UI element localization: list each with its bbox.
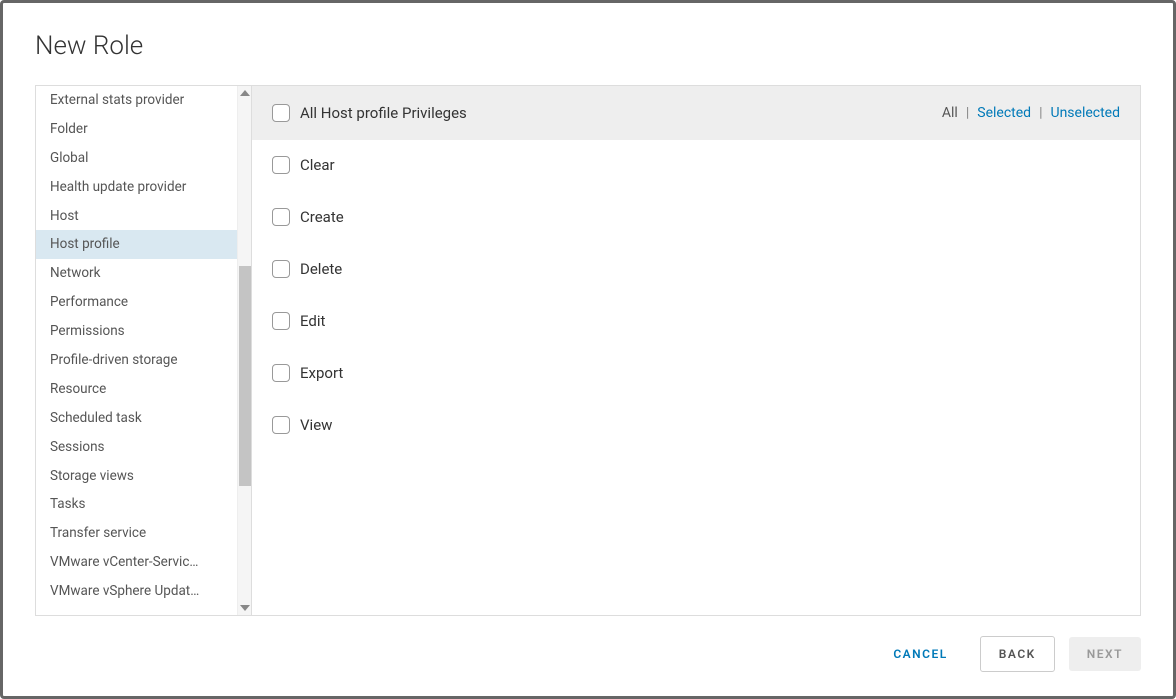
privilege-label: View <box>300 416 332 434</box>
privilege-label: Clear <box>300 156 335 174</box>
dialog-footer: CANCEL BACK NEXT <box>35 616 1141 672</box>
privilege-checkbox[interactable] <box>272 364 290 382</box>
privilege-checkbox[interactable] <box>272 312 290 330</box>
privileges-panel-header: All Host profile Privileges All | Select… <box>252 86 1140 140</box>
privilege-label: Create <box>300 208 344 226</box>
sidebar-item[interactable]: VMware vSphere Updat… <box>36 577 237 606</box>
privilege-item: Export <box>272 364 1120 382</box>
privilege-checkbox[interactable] <box>272 416 290 434</box>
privileges-list: Clear Create Delete Edit Export View <box>252 140 1140 450</box>
panel-header-filters: All | Selected | Unselected <box>942 105 1120 121</box>
filter-divider: | <box>966 105 969 121</box>
privileges-panel: All Host profile Privileges All | Select… <box>252 86 1140 615</box>
scroll-thumb[interactable] <box>239 266 251 486</box>
filter-divider: | <box>1039 105 1042 121</box>
privilege-item: View <box>272 416 1120 434</box>
privilege-label: Edit <box>300 312 325 330</box>
privilege-item: Create <box>272 208 1120 226</box>
sidebar-item[interactable]: External stats provider <box>36 86 237 115</box>
sidebar-scrollbar[interactable] <box>237 86 251 615</box>
sidebar-item[interactable]: Host <box>36 202 237 231</box>
select-all-checkbox[interactable] <box>272 104 290 122</box>
panel-header-left: All Host profile Privileges <box>272 104 467 122</box>
sidebar-item[interactable]: Global <box>36 144 237 173</box>
sidebar-item[interactable]: Storage views <box>36 462 237 491</box>
sidebar-item[interactable]: Folder <box>36 115 237 144</box>
back-button[interactable]: BACK <box>980 636 1055 672</box>
sidebar-item[interactable]: Network <box>36 259 237 288</box>
privilege-item: Delete <box>272 260 1120 278</box>
cancel-button[interactable]: CANCEL <box>875 637 965 671</box>
sidebar-item[interactable]: Tasks <box>36 490 237 519</box>
privilege-item: Clear <box>272 156 1120 174</box>
sidebar-item[interactable]: Sessions <box>36 433 237 462</box>
panel-header-title: All Host profile Privileges <box>300 104 467 122</box>
scroll-down-icon[interactable] <box>240 605 250 611</box>
categories-list: External stats providerFolderGlobalHealt… <box>36 86 237 615</box>
privilege-checkbox[interactable] <box>272 260 290 278</box>
sidebar-item[interactable]: Performance <box>36 288 237 317</box>
categories-sidebar: External stats providerFolderGlobalHealt… <box>36 86 252 615</box>
privilege-label: Export <box>300 364 343 382</box>
filter-unselected-link[interactable]: Unselected <box>1050 105 1120 121</box>
sidebar-item[interactable]: Health update provider <box>36 173 237 202</box>
content-area: External stats providerFolderGlobalHealt… <box>35 85 1141 616</box>
sidebar-item[interactable]: Permissions <box>36 317 237 346</box>
sidebar-item[interactable]: VMware vCenter-Servic… <box>36 548 237 577</box>
sidebar-item[interactable]: Transfer service <box>36 519 237 548</box>
privilege-checkbox[interactable] <box>272 208 290 226</box>
privilege-label: Delete <box>300 260 342 278</box>
dialog-title: New Role <box>35 31 1141 61</box>
privilege-checkbox[interactable] <box>272 156 290 174</box>
scroll-up-icon[interactable] <box>240 90 250 96</box>
sidebar-item[interactable]: Resource <box>36 375 237 404</box>
sidebar-item[interactable]: Host profile <box>36 230 237 259</box>
filter-all: All <box>942 105 958 121</box>
sidebar-item[interactable]: Profile-driven storage <box>36 346 237 375</box>
privilege-item: Edit <box>272 312 1120 330</box>
filter-selected-link[interactable]: Selected <box>977 105 1031 121</box>
new-role-dialog: New Role External stats providerFolderGl… <box>0 0 1176 699</box>
next-button[interactable]: NEXT <box>1069 637 1141 671</box>
sidebar-item[interactable]: Scheduled task <box>36 404 237 433</box>
